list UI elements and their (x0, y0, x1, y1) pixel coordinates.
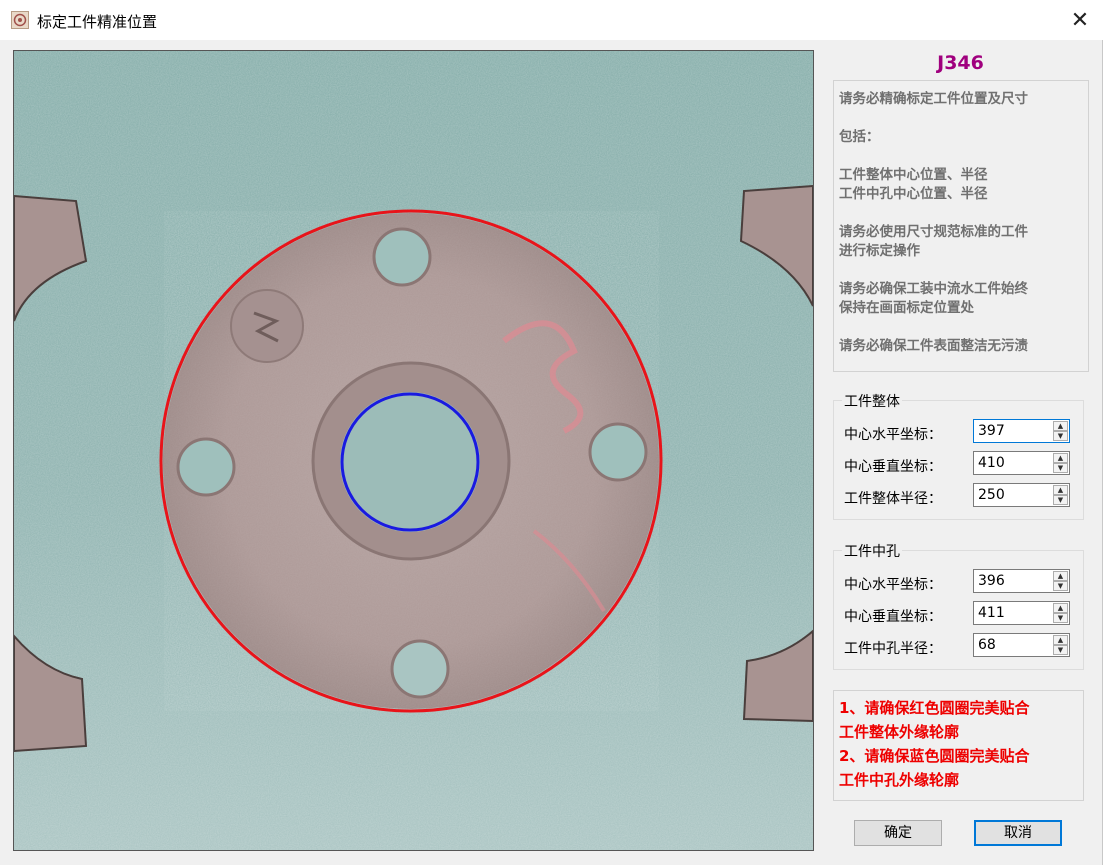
spin-down-icon[interactable]: ▼ (1053, 431, 1068, 441)
close-icon: ✕ (1070, 7, 1090, 33)
warning-line: 2、请确保蓝色圆圈完美贴合 (839, 747, 1030, 765)
spin-down-icon[interactable]: ▼ (1053, 613, 1068, 623)
whole-radius-input[interactable] (974, 484, 1056, 506)
radius-label: 工件整体半径： (844, 491, 942, 507)
whole-center-x-spinbox[interactable]: ▲▼ (973, 419, 1070, 443)
cancel-button[interactable]: 取消 (974, 820, 1062, 846)
app-icon (11, 11, 29, 29)
center-x-label: 中心水平坐标： (844, 577, 942, 593)
note-line: 请务必精确标定工件位置及尺寸 (839, 91, 1028, 107)
spin-down-icon[interactable]: ▼ (1053, 581, 1068, 591)
spin-up-icon[interactable]: ▲ (1053, 485, 1068, 495)
whole-radius-spinbox[interactable]: ▲▼ (973, 483, 1070, 507)
whole-center-x-input[interactable] (974, 420, 1056, 442)
note-line: 保持在画面标定位置处 (839, 300, 974, 316)
note-line: 包括： (839, 129, 880, 145)
window-title: 标定工件精准位置 (37, 13, 158, 31)
note-line: 工件中孔中心位置、半径 (839, 186, 988, 202)
hole-center-y-spinbox[interactable]: ▲▼ (973, 601, 1070, 625)
note-line: 进行标定操作 (839, 243, 920, 259)
center-hole-group: 工件中孔 中心水平坐标： ▲▼ 中心垂直坐标： ▲▼ 工件中孔半径： ▲▼ (833, 541, 1084, 670)
note-line: 请务必确保工装中流水工件始终 (839, 281, 1028, 297)
center-y-label: 中心垂直坐标： (844, 459, 942, 475)
group-title: 工件中孔 (842, 541, 902, 561)
hole-radius-input[interactable] (974, 634, 1056, 656)
spin-up-icon[interactable]: ▲ (1053, 603, 1068, 613)
calibration-canvas (14, 51, 813, 850)
hole-center-y-input[interactable] (974, 602, 1056, 624)
warning-line: 工件中孔外缘轮廓 (839, 771, 960, 789)
note-line: 请务必使用尺寸规范标准的工件 (839, 224, 1028, 240)
title-bar: 标定工件精准位置 ✕ (0, 0, 1103, 40)
spin-up-icon[interactable]: ▲ (1053, 571, 1068, 581)
close-button[interactable]: ✕ (1057, 0, 1103, 40)
instructions-panel: 请务必精确标定工件位置及尺寸 包括： 工件整体中心位置、半径 工件中孔中心位置、… (833, 80, 1089, 372)
whole-center-y-input[interactable] (974, 452, 1056, 474)
warning-line: 1、请确保红色圆圈完美贴合 (839, 699, 1030, 717)
warning-panel: 1、请确保红色圆圈完美贴合 工件整体外缘轮廓 2、请确保蓝色圆圈完美贴合 工件中… (833, 690, 1084, 801)
warning-line: 工件整体外缘轮廓 (839, 723, 960, 741)
note-line: 请务必确保工件表面整洁无污渍 (839, 338, 1028, 354)
spin-down-icon[interactable]: ▼ (1053, 645, 1068, 655)
center-y-label: 中心垂直坐标： (844, 609, 942, 625)
center-x-label: 中心水平坐标： (844, 427, 942, 443)
spin-down-icon[interactable]: ▼ (1053, 463, 1068, 473)
hole-radius-spinbox[interactable]: ▲▼ (973, 633, 1070, 657)
spin-up-icon[interactable]: ▲ (1053, 453, 1068, 463)
hole-center-x-spinbox[interactable]: ▲▼ (973, 569, 1070, 593)
whole-center-y-spinbox[interactable]: ▲▼ (973, 451, 1070, 475)
hole-center-x-input[interactable] (974, 570, 1056, 592)
spin-down-icon[interactable]: ▼ (1053, 495, 1068, 505)
camera-preview[interactable] (13, 50, 814, 851)
ok-button[interactable]: 确定 (854, 820, 942, 846)
spin-up-icon[interactable]: ▲ (1053, 421, 1068, 431)
note-line: 工件整体中心位置、半径 (839, 167, 988, 183)
job-code: J346 (937, 52, 984, 74)
radius-label: 工件中孔半径： (844, 641, 942, 657)
group-title: 工件整体 (842, 391, 902, 411)
whole-workpiece-group: 工件整体 中心水平坐标： ▲▼ 中心垂直坐标： ▲▼ 工件整体半径： ▲▼ (833, 391, 1084, 520)
spin-up-icon[interactable]: ▲ (1053, 635, 1068, 645)
